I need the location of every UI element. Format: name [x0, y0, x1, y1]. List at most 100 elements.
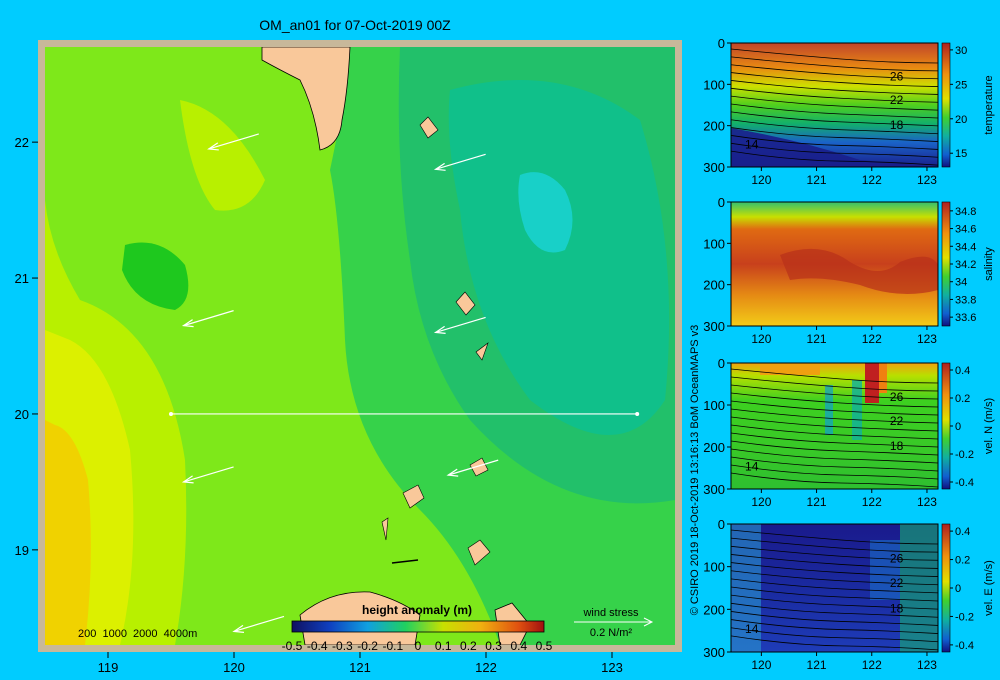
depth-legend: 200 1000 2000 4000m — [78, 628, 197, 640]
contour-label: 22 — [890, 414, 904, 428]
colorbar-tick-label: 25 — [955, 79, 967, 91]
section-y-tick-label: 300 — [703, 645, 725, 660]
colorbar-label: vel. N (m/s) — [983, 398, 995, 454]
section-y-tick-label: 300 — [703, 319, 725, 334]
colorbar-tick-label: 0.2 — [955, 393, 970, 405]
colorbar-tick-label: 15 — [955, 148, 967, 160]
map-x-tick-label: 120 — [223, 660, 245, 675]
contour-label: 26 — [890, 552, 904, 566]
section-y-tick-label: 200 — [703, 278, 725, 293]
map-y-tick-label: 20 — [15, 407, 29, 422]
colorbar-tick-label: 34 — [955, 277, 967, 289]
section-x-tick-label: 120 — [751, 332, 771, 346]
section-y-tick-label: 0 — [718, 356, 725, 371]
contour-label: 14 — [745, 138, 759, 152]
section-x-tick-label: 120 — [751, 173, 771, 187]
colorbar-tick-label: 0 — [955, 421, 961, 433]
map-x-tick-label: 119 — [98, 660, 119, 675]
section-y-tick-label: 0 — [718, 36, 725, 51]
colorbar-tick-label: -0.2 — [357, 639, 378, 653]
map-x-tick-label: 122 — [475, 660, 497, 675]
colorbar-label: temperature — [983, 75, 995, 134]
section-y-tick-label: 200 — [703, 440, 725, 455]
section-x-tick-label: 123 — [917, 332, 937, 346]
section-x-tick-label: 121 — [807, 173, 827, 187]
colorbar-tick-label: 30 — [955, 45, 967, 57]
map-x-tick-label: 121 — [349, 660, 371, 675]
colorbar-tick-label: 0.4 — [955, 365, 970, 377]
section-y-tick-label: 0 — [718, 517, 725, 532]
section-y-tick-label: 100 — [703, 77, 725, 92]
colorbar-tick-label: 0.2 — [955, 555, 970, 567]
section-y-tick-label: 0 — [718, 195, 725, 210]
colorbar-tick-label: -0.1 — [382, 639, 403, 653]
colorbar-label: vel. E (m/s) — [983, 560, 995, 616]
colorbar-tick-label: 0 — [955, 583, 961, 595]
colorbar-tick-label: -0.2 — [955, 449, 974, 461]
contour-label: 18 — [890, 118, 904, 132]
chart-title: OM_an01 for 07-Oct-2019 00Z — [259, 17, 451, 33]
figure: OM_an01 for 07-Oct-2019 00Z 119 120 121 … — [15, 17, 995, 675]
section-y-tick-label: 100 — [703, 560, 725, 575]
section-y-tick-label: 200 — [703, 602, 725, 617]
section-y-tick-label: 100 — [703, 398, 725, 413]
contour-label: 18 — [890, 601, 904, 615]
credit-text: © CSIRO 2019 18-Oct-2019 13:16:13 BoM Oc… — [689, 325, 701, 616]
velocity-north-panel: 26 22 18 14 — [730, 362, 951, 490]
section-x-tick-label: 123 — [917, 173, 937, 187]
colorbar-tick-label: -0.4 — [307, 639, 328, 653]
colorbar-tick-label: -0.3 — [332, 639, 353, 653]
velocity-east-panel: 26 22 18 14 — [730, 523, 951, 653]
wind-legend-value: 0.2 N/m² — [590, 627, 633, 639]
height-anomaly-field — [45, 47, 675, 645]
contour-label: 26 — [890, 69, 904, 83]
contour-label: 22 — [890, 576, 904, 590]
section-y-tick-label: 300 — [703, 482, 725, 497]
colorbar-tick-label: 0 — [415, 639, 422, 653]
section-x-tick-label: 122 — [862, 658, 882, 672]
section-x-tick-label: 122 — [862, 173, 882, 187]
section-x-tick-label: 122 — [862, 332, 882, 346]
colorbar-tick-label: -0.4 — [955, 477, 974, 489]
colorbar-title: height anomaly (m) — [362, 603, 472, 617]
contour-label: 14 — [745, 459, 759, 473]
colorbar-tick-label: 34.4 — [955, 241, 976, 253]
colorbar-tick-label: 0.4 — [955, 526, 970, 538]
colorbar-tick-label: 0.5 — [536, 639, 553, 653]
colorbar-tick-label: -0.5 — [282, 639, 303, 653]
section-x-tick-label: 121 — [807, 658, 827, 672]
section-x-tick-label: 121 — [807, 495, 827, 509]
colorbar-tick-label: 34.2 — [955, 259, 976, 271]
section-y-tick-label: 200 — [703, 119, 725, 134]
colorbar-tick-label: 0.3 — [485, 639, 502, 653]
section-x-tick-label: 120 — [751, 495, 771, 509]
map-y-tick-label: 21 — [15, 271, 29, 286]
contour-label: 18 — [890, 439, 904, 453]
colorbar-label: salinity — [983, 247, 995, 281]
section-x-tick-label: 122 — [862, 495, 882, 509]
colorbar-tick-label: 0.1 — [435, 639, 452, 653]
colorbar-tick-label: 20 — [955, 114, 967, 126]
temperature-panel: 26 22 18 14 — [730, 42, 951, 168]
section-x-tick-label: 123 — [917, 658, 937, 672]
colorbar-tick-label: 33.8 — [955, 294, 976, 306]
section-x-tick-label: 123 — [917, 495, 937, 509]
section-x-tick-label: 121 — [807, 332, 827, 346]
contour-label: 14 — [745, 622, 759, 636]
contour-label: 22 — [890, 93, 904, 107]
colorbar-tick-label: -0.2 — [955, 611, 974, 623]
map-x-tick-label: 123 — [601, 660, 623, 675]
colorbar-tick-label: 33.6 — [955, 312, 976, 324]
section-x-tick-label: 120 — [751, 658, 771, 672]
map-y-tick-label: 19 — [15, 543, 29, 558]
colorbar-tick-label: 34.6 — [955, 224, 976, 236]
map-panel: 119 120 121 122 123 19 20 21 22 height anomaly (… — [15, 40, 682, 675]
colorbar-tick-label: 0.4 — [510, 639, 527, 653]
colorbar-tick-label: 34.8 — [955, 206, 976, 218]
section-y-tick-label: 300 — [703, 160, 725, 175]
map-y-tick-label: 22 — [15, 135, 29, 150]
colorbar-tick-label: 0.2 — [460, 639, 477, 653]
section-y-tick-label: 100 — [703, 236, 725, 251]
salinity-panel — [730, 201, 951, 327]
colorbar-tick-label: -0.4 — [955, 640, 974, 652]
